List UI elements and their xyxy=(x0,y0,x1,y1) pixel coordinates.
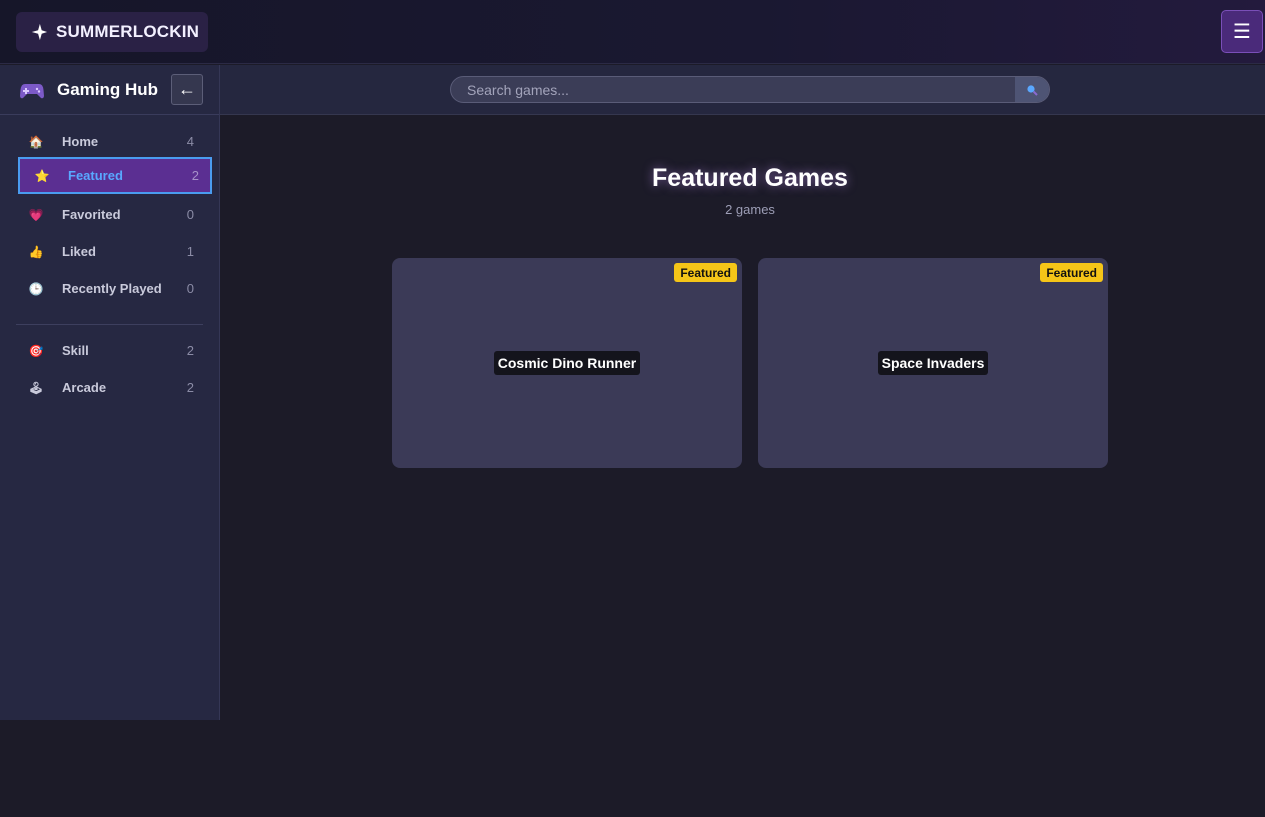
game-card[interactable]: Featured Cosmic Dino Runner xyxy=(392,258,742,468)
sidebar-item-home[interactable]: 🏠 Home 4 xyxy=(18,123,212,160)
target-icon: 🎯 xyxy=(28,343,44,358)
sidebar-item-label: Home xyxy=(62,134,99,149)
sidebar-item-recently-played[interactable]: 🕒 Recently Played 0 xyxy=(18,270,212,307)
brand-logo[interactable]: SUMMERLOCKIN xyxy=(16,12,208,52)
sidebar-item-count: 2 xyxy=(186,380,194,395)
sidebar-item-label: Recently Played xyxy=(62,281,162,296)
heart-icon: 💗 xyxy=(28,207,44,222)
arrow-left-icon: ← xyxy=(178,79,196,99)
house-icon: 🏠 xyxy=(28,134,44,149)
search-button[interactable] xyxy=(1015,77,1049,102)
sidebar-item-count: 4 xyxy=(186,134,194,149)
joystick-icon: 🕹 xyxy=(28,380,44,395)
sidebar-item-arcade[interactable]: 🕹 Arcade 2 xyxy=(18,369,212,406)
page-title: Featured Games xyxy=(652,164,848,192)
sidebar-item-count: 0 xyxy=(186,207,194,222)
game-title: Cosmic Dino Runner xyxy=(493,351,641,375)
collapse-sidebar-button[interactable]: ← xyxy=(171,74,203,105)
search-icon xyxy=(1027,84,1038,96)
game-title: Space Invaders xyxy=(877,351,989,375)
sidebar-item-liked[interactable]: 👍 Liked 1 xyxy=(18,233,212,270)
sidebar: Gaming Hub ← 🏠 Home 4 ⭐ Featured 2 💗 Fav… xyxy=(0,65,220,720)
clock-icon: 🕒 xyxy=(28,281,44,296)
sparkle-icon xyxy=(31,23,48,41)
sidebar-item-featured[interactable]: ⭐ Featured 2 xyxy=(18,157,212,194)
sidebar-item-skill[interactable]: 🎯 Skill 2 xyxy=(18,332,212,369)
sidebar-item-count: 2 xyxy=(191,168,199,183)
top-bar: SUMMERLOCKIN ☰ xyxy=(0,0,1265,64)
sidebar-item-count: 0 xyxy=(186,281,194,296)
search-input[interactable] xyxy=(451,77,1016,102)
search-bar xyxy=(220,65,1265,115)
sidebar-item-label: Skill xyxy=(62,343,89,358)
game-count: 2 games xyxy=(725,202,775,217)
sidebar-title: Gaming Hub xyxy=(57,79,159,99)
sidebar-item-label: Arcade xyxy=(62,380,107,395)
sidebar-header: Gaming Hub ← xyxy=(0,65,219,115)
sidebar-divider xyxy=(16,324,203,325)
sidebar-item-count: 1 xyxy=(186,244,194,259)
brand-name: SUMMERLOCKIN xyxy=(56,22,200,41)
featured-badge: Featured xyxy=(1040,263,1103,282)
thumbs-up-icon: 👍 xyxy=(28,244,44,259)
search-box xyxy=(450,76,1050,103)
sidebar-item-label: Featured xyxy=(68,168,123,183)
menu-button[interactable]: ☰ xyxy=(1221,10,1263,53)
game-card[interactable]: Featured Space Invaders xyxy=(758,258,1108,468)
hamburger-icon: ☰ xyxy=(1233,21,1251,43)
sidebar-item-label: Liked xyxy=(62,244,96,259)
sidebar-item-count: 2 xyxy=(186,343,194,358)
featured-badge: Featured xyxy=(674,263,737,282)
star-icon: ⭐ xyxy=(34,168,50,183)
sidebar-item-favorited[interactable]: 💗 Favorited 0 xyxy=(18,196,212,233)
sidebar-item-label: Favorited xyxy=(62,207,121,222)
gamepad-icon xyxy=(20,83,44,98)
